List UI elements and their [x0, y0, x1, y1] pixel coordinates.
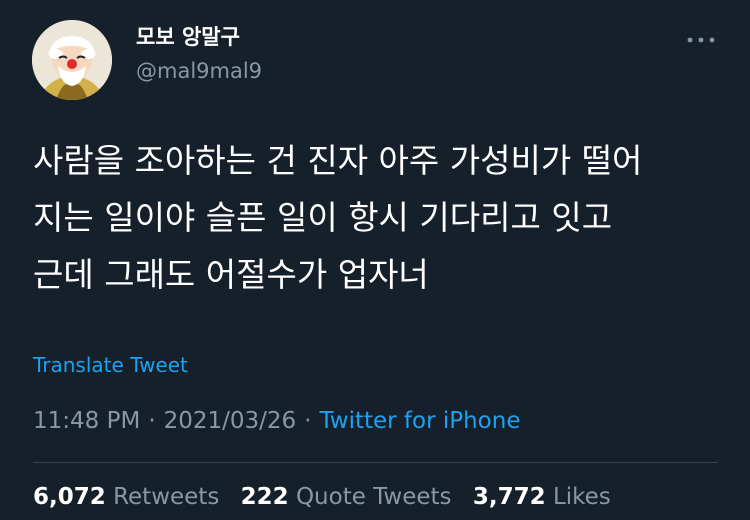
author-display-name[interactable]: 모보 앙말구: [136, 22, 240, 52]
tweet-text-line: 지는 일이야 슬픈 일이 항시 기다리고 잇고: [33, 198, 613, 237]
tweet-text-line: 사람을 조아하는 건 진자 아주 가성비가 떨어: [33, 141, 643, 180]
avatar[interactable]: [32, 20, 112, 100]
meta-separator: ·: [304, 408, 312, 434]
more-horizontal-icon[interactable]: [684, 30, 718, 50]
quote-tweets-count: 222: [240, 484, 289, 510]
likes-count: 3,772: [472, 484, 546, 510]
likes-stat[interactable]: 3,772 Likes: [473, 481, 611, 513]
tweet-date[interactable]: 2021/03/26: [164, 408, 297, 434]
tweet-source-link[interactable]: Twitter for iPhone: [320, 408, 521, 434]
retweets-count: 6,072: [33, 484, 106, 510]
retweets-label: Retweets: [113, 484, 220, 510]
tweet-meta: 11:48 PM · 2021/03/26 · Twitter for iPhone: [33, 405, 521, 437]
quote-tweets-stat[interactable]: 222 Quote Tweets: [241, 481, 452, 513]
tweet-stats: 6,072 Retweets 222 Quote Tweets 3,772 Li…: [33, 481, 625, 513]
cartoon-character-avatar-icon: [32, 20, 112, 100]
tweet-text-line: 근데 그래도 어절수가 업자너: [33, 255, 429, 294]
tweet-time[interactable]: 11:48 PM: [33, 408, 140, 434]
tweet-text: 사람을 조아하는 건 진자 아주 가성비가 떨어 지는 일이야 슬픈 일이 항시…: [33, 132, 723, 303]
divider: [33, 462, 718, 463]
translate-tweet-link[interactable]: Translate Tweet: [33, 351, 188, 379]
retweets-stat[interactable]: 6,072 Retweets: [33, 481, 219, 513]
author-handle[interactable]: @mal9mal9: [136, 56, 262, 86]
meta-separator: ·: [148, 408, 156, 434]
likes-label: Likes: [552, 484, 611, 510]
quote-tweets-label: Quote Tweets: [295, 484, 452, 510]
